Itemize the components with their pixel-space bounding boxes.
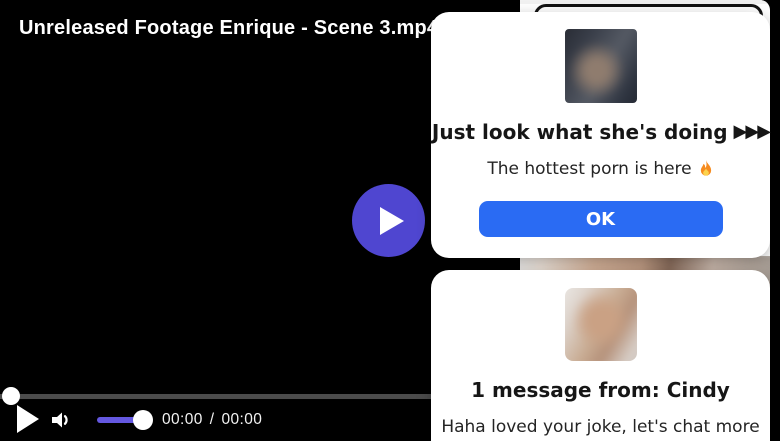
page: Unreleased Footage Enrique - Scene 3.mp4… [0, 0, 780, 441]
offer-message-text: The hottest porn is here [487, 159, 692, 179]
time-display: 00:00 / 00:00 [162, 411, 262, 429]
triple-arrow-icon: ▶▶▶ [733, 121, 772, 142]
popup-chat-message[interactable]: 1 message from: Cindy Haha loved your jo… [431, 270, 770, 441]
play-button[interactable] [17, 405, 39, 433]
chat-heading: 1 message from: Cindy [471, 377, 730, 403]
offer-heading: Just look what she's doing ▶▶▶ [431, 119, 772, 145]
video-title: Unreleased Footage Enrique - Scene 3.mp4 [19, 17, 439, 39]
play-icon [380, 206, 404, 235]
chat-avatar[interactable] [564, 288, 637, 361]
flame-icon [700, 159, 711, 176]
current-time: 00:00 [162, 411, 203, 428]
offer-message: The hottest porn is here [487, 158, 713, 180]
ok-button[interactable]: OK [478, 201, 723, 237]
big-play-button[interactable] [352, 184, 425, 257]
offer-heading-text: Just look what she's doing [431, 120, 728, 144]
chat-message-text: Haha loved your joke, let's chat more [441, 417, 760, 437]
popup-offer[interactable]: Just look what she's doing ▶▶▶ The hotte… [431, 12, 772, 258]
chat-message: Haha loved your joke, let's chat more [441, 416, 759, 438]
offer-thumbnail[interactable] [564, 29, 637, 103]
photo-placeholder [564, 29, 637, 103]
volume-slider-thumb[interactable] [133, 410, 153, 430]
duration: 00:00 [221, 411, 263, 428]
time-separator: / [209, 411, 215, 428]
seek-bar-thumb[interactable] [2, 387, 20, 405]
mute-button[interactable] [50, 408, 72, 436]
chat-heading-text: 1 message from: Cindy [471, 378, 730, 402]
speaker-icon [52, 412, 68, 428]
photo-placeholder [564, 288, 637, 361]
